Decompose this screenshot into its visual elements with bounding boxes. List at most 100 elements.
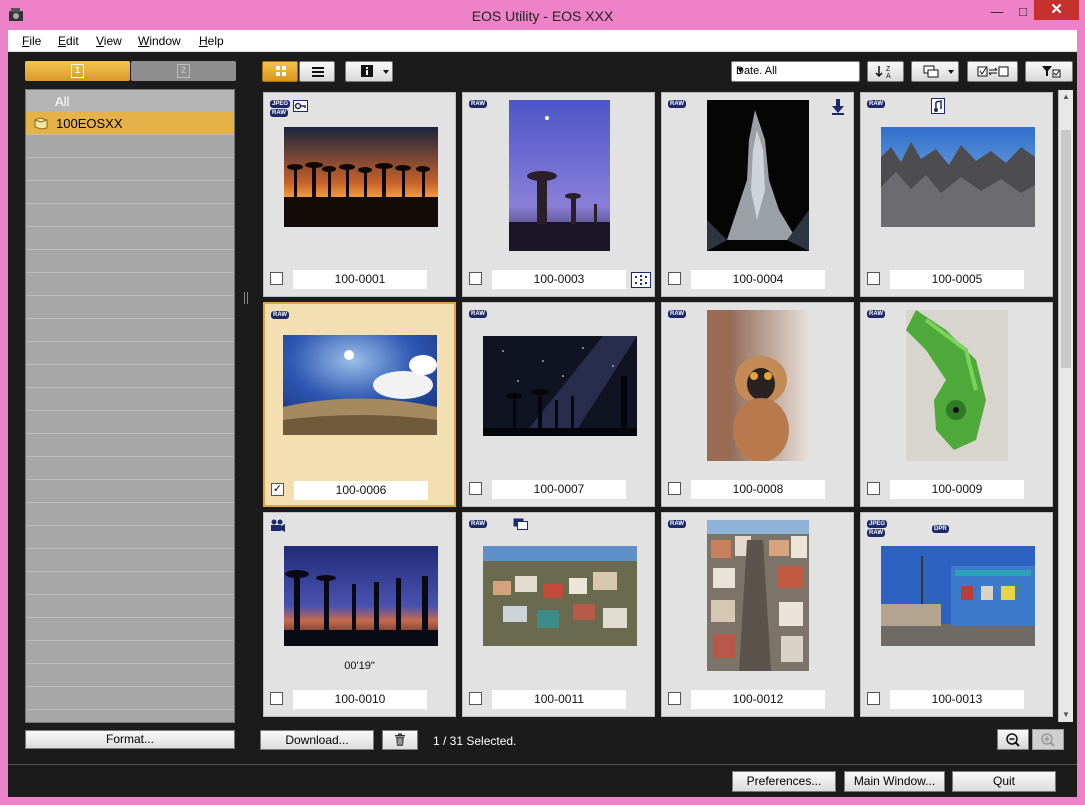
select-checkbox[interactable] bbox=[668, 692, 681, 705]
tree-empty-row bbox=[26, 250, 234, 273]
thumbnail-item[interactable]: RAW 100-0005 bbox=[860, 92, 1053, 297]
tree-empty-row bbox=[26, 388, 234, 411]
swap-select-icon bbox=[977, 66, 1009, 77]
scroll-thumb[interactable] bbox=[1061, 130, 1071, 368]
raw-badge: RAW bbox=[867, 310, 885, 318]
scroll-up-arrow-icon[interactable]: ▲ bbox=[1059, 90, 1073, 104]
select-checkbox[interactable] bbox=[668, 272, 681, 285]
tree-empty-row bbox=[26, 158, 234, 181]
raw-badge: RAW bbox=[867, 529, 885, 537]
thumbnail-item[interactable]: RAW 100-0012 bbox=[661, 512, 854, 717]
select-checkbox[interactable] bbox=[469, 692, 482, 705]
raw-badge: RAW bbox=[270, 109, 288, 117]
tree-empty-row bbox=[26, 572, 234, 595]
format-button[interactable]: Format... bbox=[25, 730, 235, 749]
info-icon bbox=[361, 65, 389, 77]
tree-empty-row bbox=[26, 296, 234, 319]
thumbnail-item[interactable]: RAW 100-0009 bbox=[860, 302, 1053, 507]
photo-town-hillside bbox=[483, 546, 637, 646]
thumbnail-item[interactable]: RAW 100-0011 bbox=[462, 512, 655, 717]
movie-duration: 00'19" bbox=[344, 660, 375, 672]
thumbnail-item[interactable]: RAW ✓ 100-0006 bbox=[263, 302, 456, 507]
group-icon bbox=[923, 65, 954, 78]
zoom-out-button[interactable] bbox=[997, 729, 1029, 750]
group-button[interactable] bbox=[911, 61, 959, 82]
thumbnail-item[interactable]: RAW 100-0004 bbox=[661, 92, 854, 297]
thumbnail-item[interactable]: RAW 100-0003 bbox=[462, 92, 655, 297]
menu-file[interactable]: File bbox=[22, 34, 41, 48]
thumbnail-item[interactable]: RAW 100-0007 bbox=[462, 302, 655, 507]
select-checkbox[interactable]: ✓ bbox=[271, 483, 284, 496]
tree-empty-row bbox=[26, 526, 234, 549]
thumbnail-filename: 100-0011 bbox=[492, 690, 626, 709]
thumbnail-item[interactable]: RAW 100-0008 bbox=[661, 302, 854, 507]
thumbnail-grid: JPEG RAW 100-0001 RAW 100-0003 RAW 100-0… bbox=[261, 90, 1058, 722]
filter-button[interactable] bbox=[1025, 61, 1073, 82]
raw-badge: RAW bbox=[271, 311, 289, 319]
tree-empty-row bbox=[26, 595, 234, 618]
photo-baobab-sunset bbox=[284, 127, 438, 227]
photo-cave bbox=[707, 100, 809, 251]
thumbnail-item[interactable]: JPEG RAW 100-0001 bbox=[263, 92, 456, 297]
select-checkbox[interactable] bbox=[867, 272, 880, 285]
trash-icon bbox=[395, 733, 405, 746]
tree-empty-row bbox=[26, 342, 234, 365]
preferences-button[interactable]: Preferences... bbox=[732, 771, 836, 792]
thumbnail-filename: 100-0012 bbox=[691, 690, 825, 709]
download-button[interactable]: Download... bbox=[260, 730, 374, 750]
select-checkbox[interactable] bbox=[469, 482, 482, 495]
tree-item-folder[interactable]: 100EOSXX bbox=[26, 112, 234, 135]
tree-empty-row bbox=[26, 664, 234, 687]
menu-edit[interactable]: Edit bbox=[58, 34, 79, 48]
thumbnail-filename: 100-0006 bbox=[294, 481, 428, 500]
zoom-in-icon bbox=[1041, 733, 1055, 747]
thumbnail-filename: 100-0004 bbox=[691, 270, 825, 289]
selection-status: 1 / 31 Selected. bbox=[433, 734, 517, 748]
quit-button[interactable]: Quit bbox=[952, 771, 1056, 792]
photo-town-street bbox=[707, 520, 809, 671]
card-2-icon: 2 bbox=[177, 64, 190, 78]
card-1-icon: 1 bbox=[71, 64, 84, 78]
thumbnail-item[interactable]: 00'19" 100-0010 bbox=[263, 512, 456, 717]
grid-scrollbar[interactable]: ▲ ▼ bbox=[1058, 90, 1073, 722]
window-title: EOS Utility - EOS XXX bbox=[471, 8, 614, 24]
main-window-button[interactable]: Main Window... bbox=[844, 771, 945, 792]
list-view-button[interactable] bbox=[299, 61, 335, 82]
tree-item-all-label: All bbox=[55, 94, 70, 109]
select-checkbox[interactable] bbox=[867, 692, 880, 705]
menu-view[interactable]: View bbox=[96, 34, 122, 48]
bottom-bar: Preferences... Main Window... Quit bbox=[8, 764, 1077, 797]
close-button[interactable]: ✕ bbox=[1034, 0, 1079, 20]
swap-selection-button[interactable] bbox=[967, 61, 1018, 82]
filter-icon bbox=[1042, 66, 1061, 78]
app-window: EOS Utility - EOS XXX — □ ✕ File Edit Vi… bbox=[0, 0, 1085, 805]
sound-memo-icon bbox=[931, 98, 945, 114]
panel-splitter[interactable] bbox=[244, 292, 248, 304]
thumbnail-item[interactable]: JPEG RAW DPR 100-0013 bbox=[860, 512, 1053, 717]
movie-icon bbox=[271, 519, 285, 532]
scroll-down-arrow-icon[interactable]: ▼ bbox=[1059, 708, 1073, 722]
info-dropdown-button[interactable] bbox=[345, 61, 393, 82]
select-checkbox[interactable] bbox=[469, 272, 482, 285]
sort-order-button[interactable]: Z A bbox=[867, 61, 904, 82]
zoom-in-button[interactable] bbox=[1032, 729, 1064, 750]
sort-select[interactable]: Date. All ▼ bbox=[731, 61, 860, 82]
tree-item-all[interactable]: All bbox=[26, 90, 234, 113]
thumbnail-filename: 100-0009 bbox=[890, 480, 1024, 499]
thumbnail-filename: 100-0010 bbox=[293, 690, 427, 709]
select-checkbox[interactable] bbox=[270, 272, 283, 285]
select-checkbox[interactable] bbox=[668, 482, 681, 495]
select-checkbox[interactable] bbox=[270, 692, 283, 705]
select-checkbox[interactable] bbox=[867, 482, 880, 495]
tree-empty-row bbox=[26, 480, 234, 503]
raw-badge: RAW bbox=[668, 100, 686, 108]
photo-lemur bbox=[707, 310, 809, 461]
card-tab-2[interactable]: 2 bbox=[131, 61, 236, 81]
card-tab-1[interactable]: 1 bbox=[25, 61, 130, 81]
menu-help[interactable]: Help bbox=[199, 34, 224, 48]
delete-button[interactable] bbox=[382, 730, 418, 750]
menu-window[interactable]: Window bbox=[138, 34, 181, 48]
thumbnail-filename: 100-0003 bbox=[492, 270, 626, 289]
jpeg-badge: JPEG bbox=[270, 100, 291, 108]
grid-view-button[interactable] bbox=[262, 61, 298, 82]
